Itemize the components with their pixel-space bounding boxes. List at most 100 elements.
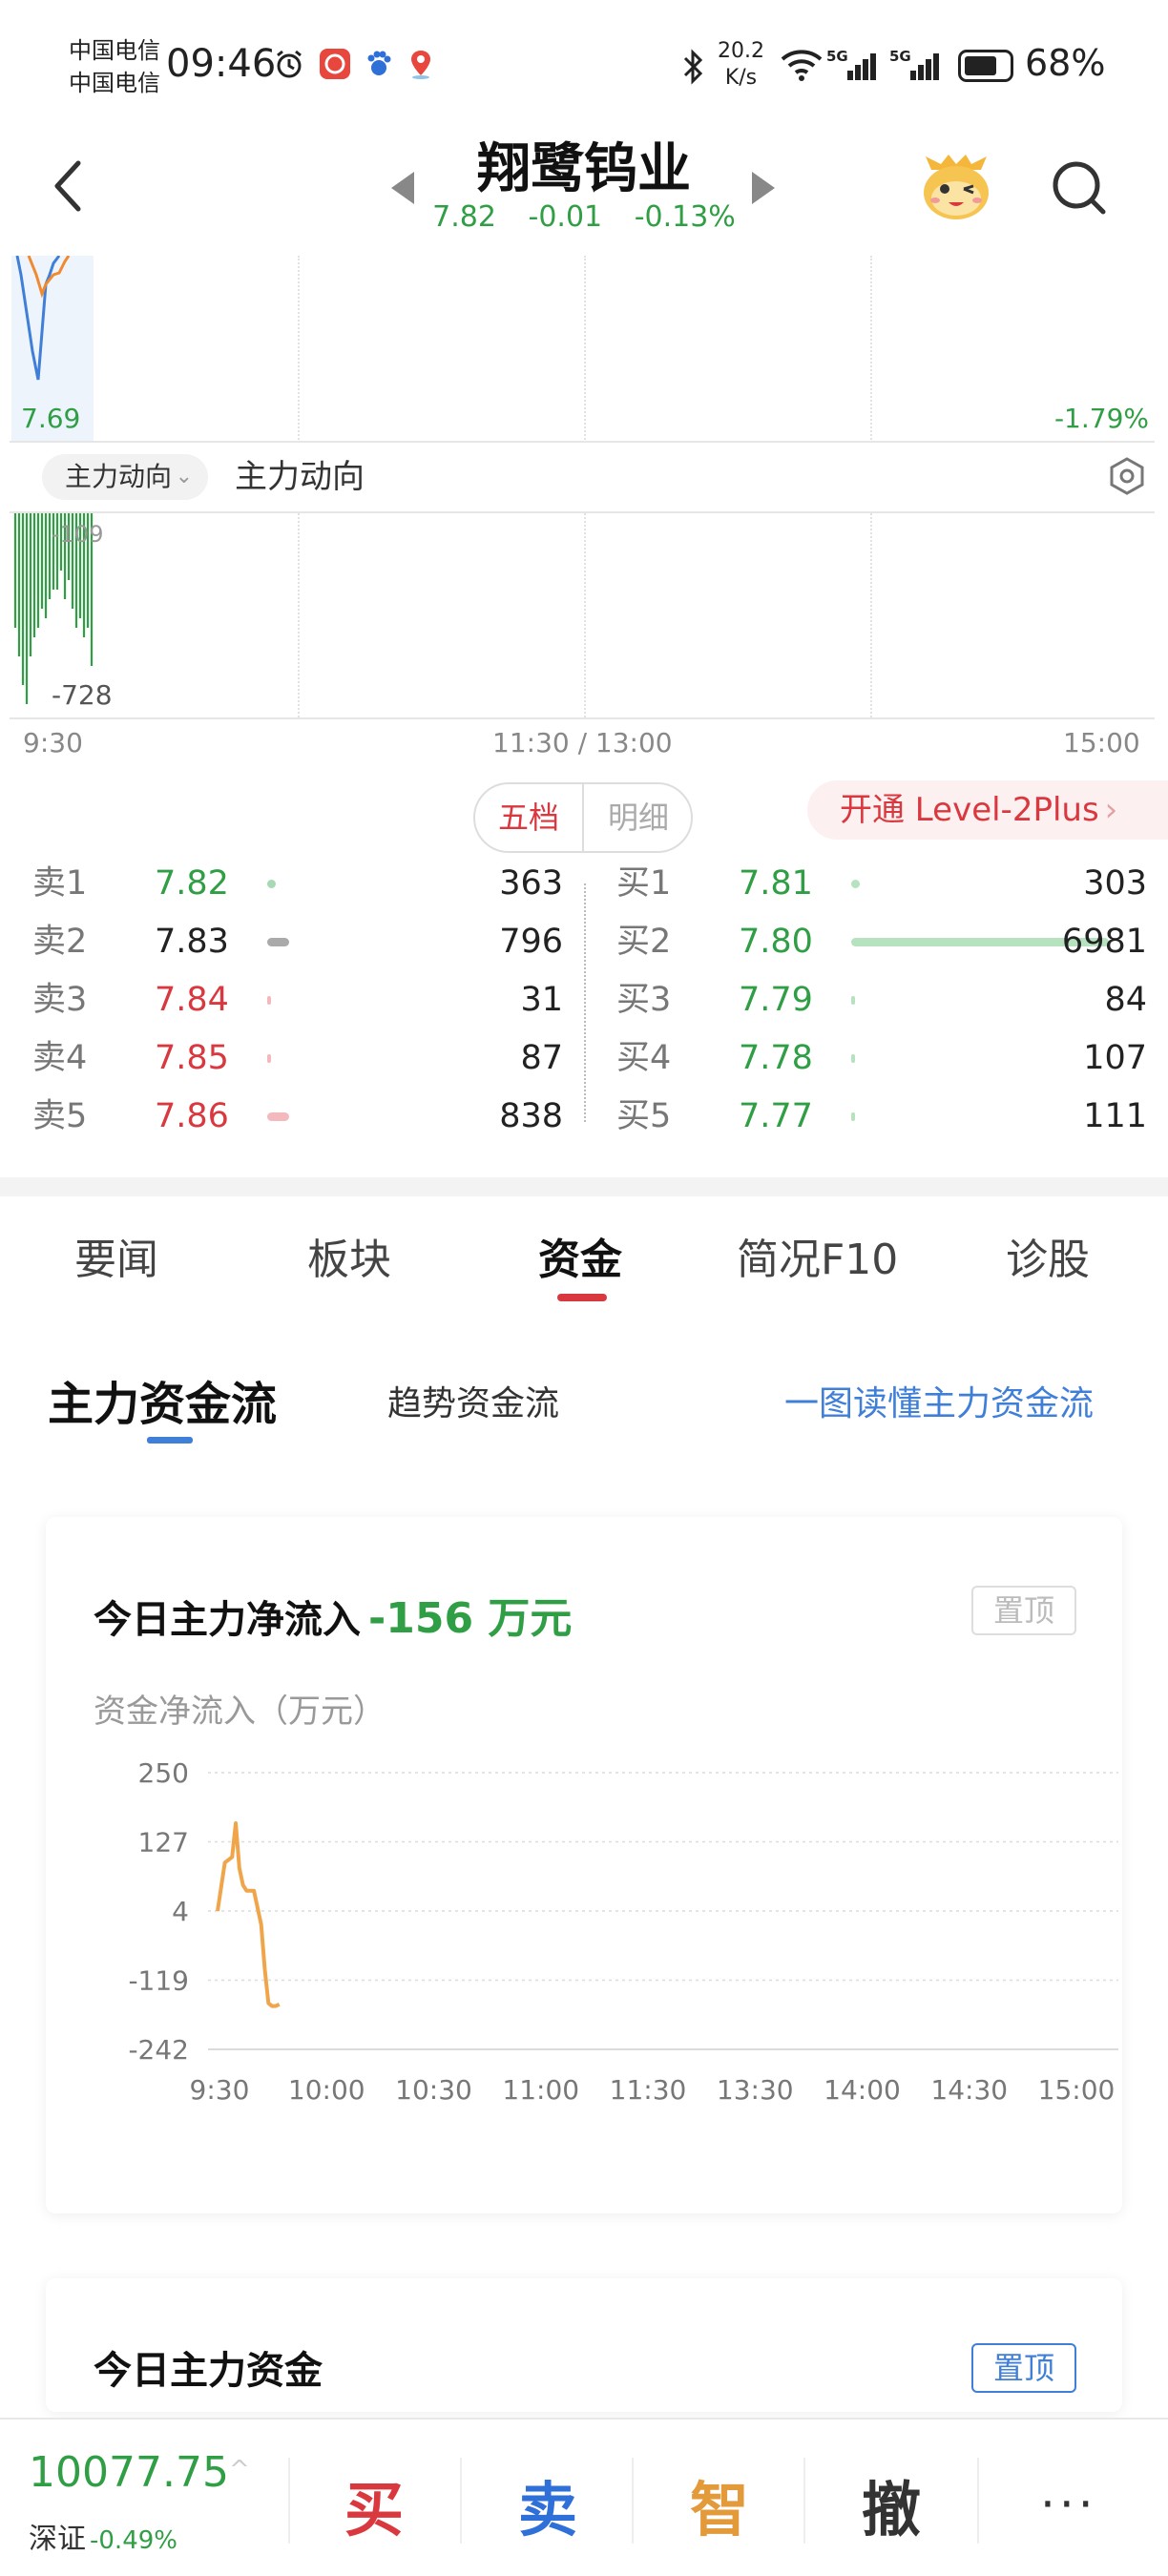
x-tick-label: 13:30 (717, 2074, 794, 2106)
back-arrow-icon[interactable] (48, 157, 86, 215)
sell-level-row[interactable]: 卖5 7.86 838 (32, 1088, 563, 1145)
buy-level-volume: 303 (1083, 864, 1147, 903)
sell-level-row[interactable]: 卖4 7.85 87 (32, 1029, 563, 1087)
mascot-icon[interactable] (918, 151, 994, 223)
carrier-1: 中国电信 (69, 37, 160, 64)
pin-top-button-2[interactable]: 置顶 (971, 2343, 1076, 2393)
sell-level-volume: 87 (520, 1039, 563, 1077)
net-speed: 20.2 K/s (718, 38, 764, 92)
sell-level-label: 卖5 (32, 1097, 88, 1135)
chevron-up-icon[interactable]: ^ (229, 2456, 250, 2484)
buy-level-volume: 107 (1083, 1039, 1147, 1077)
signal-1-label: 5G (826, 48, 848, 65)
intraday-price-chart[interactable]: 7.69 -1.79% (0, 256, 1168, 443)
signal-2-label: 5G (889, 48, 911, 65)
tab-five-levels[interactable]: 五档 (475, 784, 584, 851)
app-notification-icon (320, 49, 350, 79)
tab-3[interactable]: 简况F10 (737, 1225, 898, 1286)
tab-1[interactable]: 板块 (307, 1225, 391, 1286)
stock-change: -0.01 (528, 200, 603, 234)
net-speed-unit: K/s (724, 66, 758, 90)
subtab-trend-flow[interactable]: 趋势资金流 (387, 1376, 559, 1425)
buy-level-label: 买2 (616, 923, 672, 961)
sell-level-volume: 796 (499, 923, 563, 961)
tab-detail[interactable]: 明细 (584, 784, 691, 851)
x-tick-label: 11:30 (610, 2074, 687, 2106)
map-pin-icon (411, 51, 430, 79)
index-change: -0.49% (90, 2526, 177, 2555)
carrier-2: 中国电信 (69, 70, 160, 96)
buy-level-label: 买3 (616, 981, 672, 1019)
settings-hexagon-icon[interactable] (1107, 456, 1147, 496)
search-icon[interactable] (1050, 158, 1109, 218)
flow-guide-link[interactable]: 一图读懂主力资金流 (784, 1376, 1094, 1425)
pin-top-button[interactable]: 置顶 (971, 1586, 1076, 1635)
subtab-underline (147, 1437, 193, 1444)
x-tick-label: 14:30 (930, 2074, 1008, 2106)
sell-level-row[interactable]: 卖1 7.82 363 (32, 855, 563, 912)
bluetooth-icon (683, 49, 703, 85)
signal-2-icon: 5G (889, 48, 943, 80)
order-book-divider (584, 883, 586, 1122)
section-divider (0, 1177, 1168, 1196)
net-inflow-chart[interactable]: 250 127 4 -119 -2429:30 10:00 10:30 11:00 11:30 1… (46, 1736, 1122, 2118)
carrier-names: 中国电信 中国电信 (69, 34, 160, 99)
sell-level-row[interactable]: 卖3 7.84 31 (32, 971, 563, 1028)
time-axis-start: 9:30 (23, 727, 83, 758)
y-tick-label: -242 (128, 2034, 189, 2066)
buy-button[interactable]: 买 (317, 2462, 431, 2547)
buy-level-row[interactable]: 买1 7.81 303 (616, 855, 1147, 912)
buy-level-row[interactable]: 买3 7.79 84 (616, 971, 1147, 1028)
index-name[interactable]: 深证 -0.49% (29, 2515, 177, 2557)
sell-level-label: 卖3 (32, 981, 88, 1019)
x-tick-label: 9:30 (190, 2074, 250, 2106)
y-tick-label: 250 (138, 1757, 189, 1789)
order-book-toggle[interactable]: 五档 明细 (473, 782, 693, 853)
index-value[interactable]: 10077.75 (29, 2448, 229, 2497)
sell-level-label: 卖1 (32, 864, 88, 903)
battery-icon (958, 50, 1013, 82)
more-icon[interactable]: ··· (1040, 2477, 1097, 2532)
net-inflow-series-line (216, 1821, 281, 2008)
x-tick-label: 10:00 (288, 2074, 365, 2106)
price-low-pct: -1.79% (1053, 403, 1149, 434)
buy-level-volume-bar (851, 1112, 855, 1121)
chevron-right-icon: › (1104, 791, 1118, 829)
level2-upgrade-banner[interactable]: 开通 Level-2Plus › (807, 780, 1168, 840)
buy-level-volume-bar (851, 1054, 855, 1063)
buy-level-price: 7.81 (739, 864, 813, 903)
net-inflow-title: 今日主力净流入 -156 万元 (94, 1584, 572, 1645)
tab-0[interactable]: 要闻 (74, 1225, 158, 1286)
main-force-indicator-chart[interactable]: -109 -728 (0, 513, 1168, 719)
sell-level-volume-bar (267, 880, 276, 888)
indicator-dropdown-label: 主力动向 (65, 461, 173, 492)
sell-button[interactable]: 卖 (490, 2462, 605, 2547)
tab-4[interactable]: 诊股 (1006, 1225, 1090, 1286)
buy-level-row[interactable]: 买4 7.78 107 (616, 1029, 1147, 1087)
buy-level-row[interactable]: 买2 7.80 6981 (616, 913, 1147, 970)
indicator-dropdown[interactable]: 主力动向 ⌄ (42, 454, 208, 500)
sell-level-volume: 31 (520, 981, 563, 1019)
sell-level-label: 卖2 (32, 923, 88, 961)
next-stock-arrow-icon[interactable] (752, 172, 775, 204)
smart-button[interactable]: 智 (662, 2462, 777, 2547)
buy-level-volume: 6981 (1061, 923, 1147, 961)
sell-level-volume-bar (267, 996, 271, 1005)
buy-level-volume-bar (851, 996, 855, 1005)
cancel-order-button[interactable]: 撤 (834, 2462, 949, 2547)
buy-level-price: 7.79 (739, 981, 813, 1019)
indicator-title: 主力动向 (235, 458, 365, 496)
time-axis-mid: 11:30 / 13:00 (492, 727, 673, 758)
sell-level-row[interactable]: 卖2 7.83 796 (32, 913, 563, 970)
buy-level-price: 7.77 (739, 1097, 813, 1135)
wifi-icon (781, 50, 823, 81)
stock-price: 7.82 (432, 200, 496, 234)
sell-level-price: 7.82 (155, 864, 229, 903)
sell-level-volume-bar (267, 1112, 289, 1121)
subtab-main-flow[interactable]: 主力资金流 (48, 1366, 277, 1433)
stock-name: 翔鹭钨业 (477, 138, 691, 200)
buy-level-row[interactable]: 买5 7.77 111 (616, 1088, 1147, 1145)
tab-2[interactable]: 资金 (538, 1225, 622, 1286)
index-name-label: 深证 (29, 2523, 86, 2556)
active-tab-underline (557, 1294, 607, 1301)
